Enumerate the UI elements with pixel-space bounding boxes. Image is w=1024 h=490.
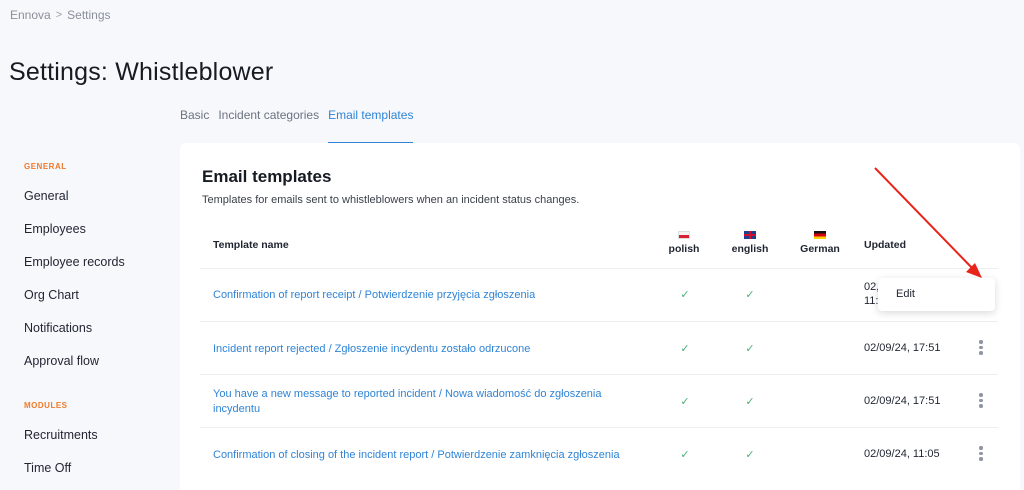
check-icon: ✓ bbox=[680, 343, 690, 355]
sidebar-item-recruitments[interactable]: Recruitments bbox=[24, 428, 98, 442]
email-templates-card: Email templates Templates for emails sen… bbox=[180, 143, 1020, 490]
header-polish-label: polish bbox=[668, 243, 700, 255]
template-name-link[interactable]: Incident report rejected / Zgłoszenie in… bbox=[213, 342, 633, 357]
template-name-link[interactable]: Confirmation of report receipt / Potwier… bbox=[213, 288, 633, 303]
header-updated: Updated bbox=[864, 239, 906, 251]
table-row[interactable]: You have a new message to reported incid… bbox=[200, 375, 998, 428]
check-icon: ✓ bbox=[745, 289, 755, 301]
sidebar-section-modules: MODULES bbox=[24, 401, 68, 410]
page-title: Settings: Whistleblower bbox=[9, 58, 274, 86]
sidebar-item-general[interactable]: General bbox=[24, 189, 68, 203]
table-row[interactable]: Confirmation of closing of the incident … bbox=[200, 428, 998, 481]
tab-basic[interactable]: Basic bbox=[180, 108, 209, 144]
table-row[interactable]: Incident report rejected / Zgłoszenie in… bbox=[200, 322, 998, 375]
breadcrumb-separator: > bbox=[55, 9, 63, 21]
uk-flag-icon bbox=[744, 231, 756, 239]
header-polish: polish bbox=[654, 231, 714, 255]
check-icon: ✓ bbox=[745, 396, 755, 408]
header-template-name: Template name bbox=[213, 239, 289, 251]
germany-flag-icon bbox=[814, 231, 826, 239]
card-title: Email templates bbox=[202, 167, 332, 186]
card-subtitle: Templates for emails sent to whistleblow… bbox=[202, 194, 580, 206]
sidebar-item-employee-records[interactable]: Employee records bbox=[24, 255, 125, 269]
sidebar-item-org-chart[interactable]: Org Chart bbox=[24, 288, 79, 302]
check-icon: ✓ bbox=[680, 289, 690, 301]
table-header: Template name polish english German Upda… bbox=[200, 231, 998, 269]
sidebar-item-employees[interactable]: Employees bbox=[24, 222, 86, 236]
tab-incident-categories[interactable]: Incident categories bbox=[218, 108, 319, 144]
template-name-link[interactable]: Confirmation of closing of the incident … bbox=[213, 448, 633, 463]
edit-menu-item[interactable]: Edit bbox=[896, 288, 915, 300]
breadcrumb-root[interactable]: Ennova bbox=[10, 8, 51, 22]
updated-date: 02/09/24, 17:51 bbox=[864, 342, 941, 354]
more-options-icon[interactable] bbox=[976, 340, 986, 355]
updated-date: 02/09/24, 11:05 bbox=[864, 448, 940, 460]
breadcrumb: Ennova > Settings bbox=[10, 8, 111, 22]
poland-flag-icon bbox=[678, 231, 690, 239]
breadcrumb-current[interactable]: Settings bbox=[67, 8, 110, 22]
template-name-link[interactable]: You have a new message to reported incid… bbox=[213, 387, 633, 417]
more-options-icon[interactable] bbox=[976, 446, 986, 461]
sidebar-section-general: GENERAL bbox=[24, 162, 67, 171]
updated-date: 02, bbox=[864, 281, 880, 293]
header-german: German bbox=[790, 231, 850, 255]
check-icon: ✓ bbox=[680, 396, 690, 408]
settings-tabs: Basic Incident categories Email template… bbox=[180, 108, 414, 144]
header-german-label: German bbox=[800, 243, 840, 255]
check-icon: ✓ bbox=[745, 343, 755, 355]
row-context-menu: Edit bbox=[878, 278, 995, 311]
sidebar-item-notifications[interactable]: Notifications bbox=[24, 321, 92, 335]
more-options-icon[interactable] bbox=[976, 393, 986, 408]
header-english-label: english bbox=[731, 243, 769, 255]
sidebar-item-approval-flow[interactable]: Approval flow bbox=[24, 354, 99, 368]
header-english: english bbox=[720, 231, 780, 255]
sidebar-item-time-off[interactable]: Time Off bbox=[24, 461, 71, 475]
check-icon: ✓ bbox=[745, 449, 755, 461]
check-icon: ✓ bbox=[680, 449, 690, 461]
tab-email-templates[interactable]: Email templates bbox=[328, 108, 414, 144]
updated-date: 02/09/24, 17:51 bbox=[864, 395, 941, 407]
